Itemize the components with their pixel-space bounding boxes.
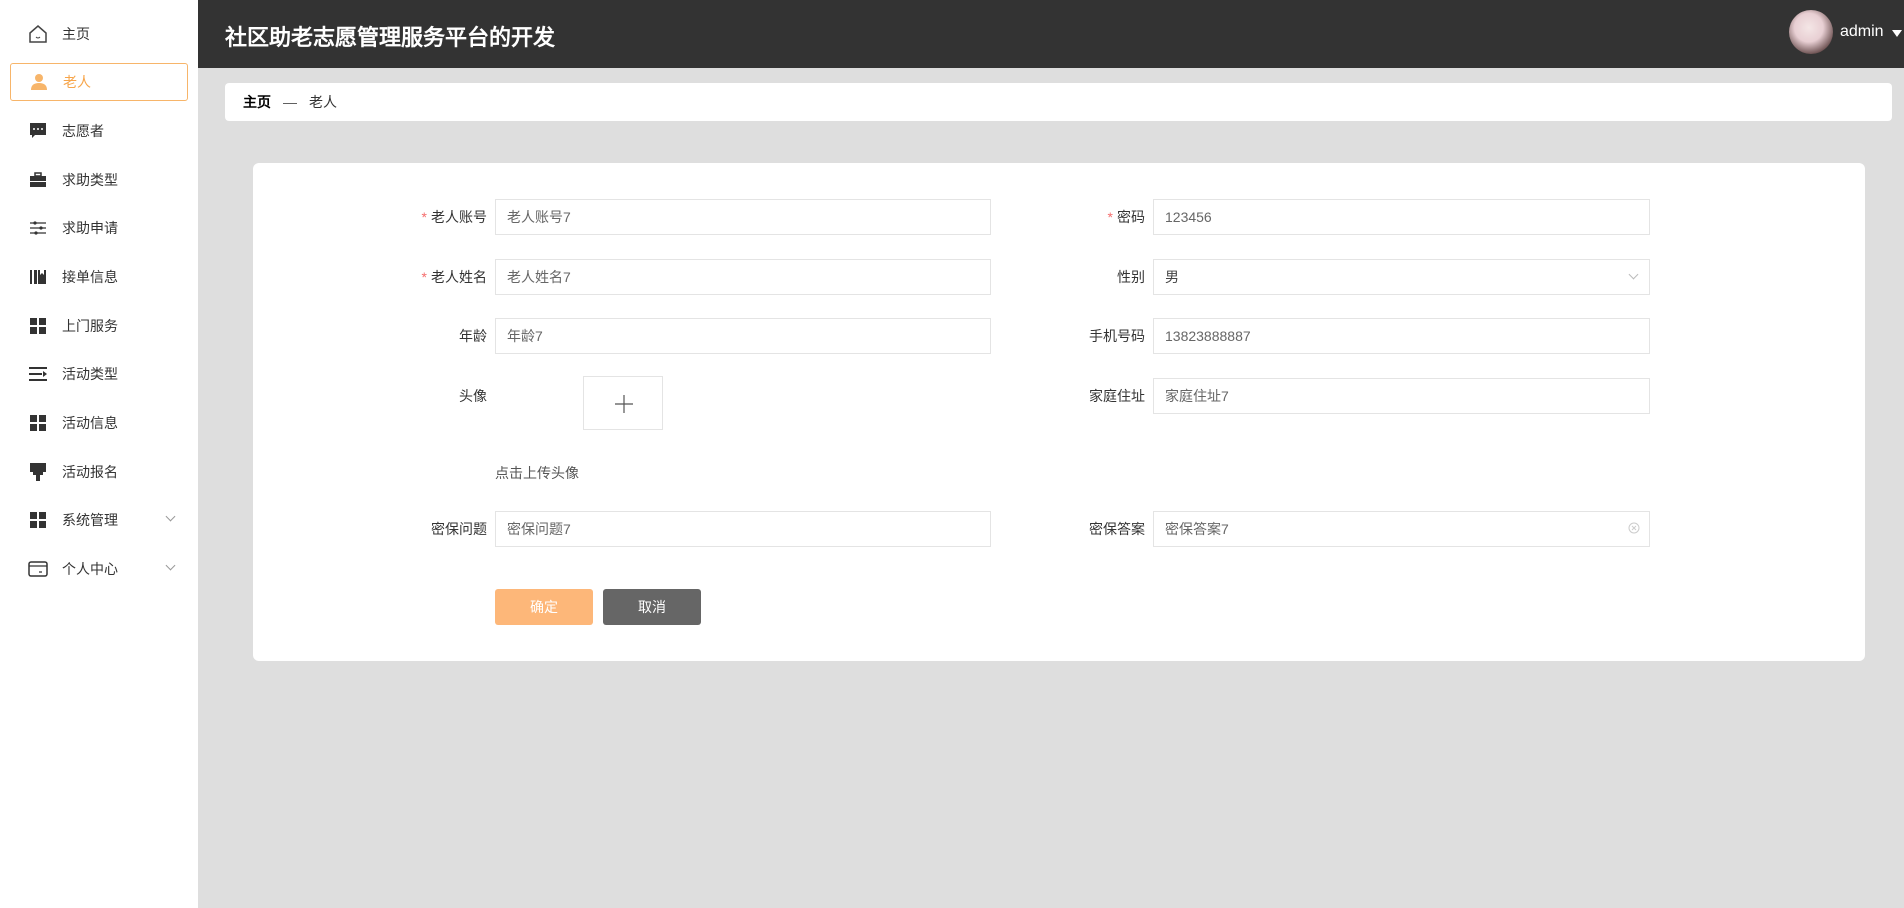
sidebar-item-label: 上门服务	[62, 318, 118, 334]
sidebar-item-activity-signup[interactable]: 活动报名	[10, 453, 188, 491]
grid-icon	[28, 316, 48, 336]
address-input[interactable]	[1153, 378, 1650, 414]
chevron-down-icon	[165, 560, 176, 571]
sidebar-item-label: 系统管理	[62, 512, 118, 528]
sidebar-item-help-requests[interactable]: 求助申请	[10, 209, 188, 247]
app-title: 社区助老志愿管理服务平台的开发	[225, 25, 556, 50]
sidebar-item-label: 活动报名	[62, 464, 118, 480]
sidebar-item-label: 活动信息	[62, 415, 118, 431]
required-mark: *	[421, 269, 427, 285]
sidebar-item-label: 接单信息	[62, 269, 118, 285]
plus-icon	[615, 395, 633, 413]
sidebar-item-elderly[interactable]: 老人	[10, 63, 188, 101]
account-label: * 老人账号	[367, 199, 487, 235]
name-label: * 老人姓名	[367, 259, 487, 295]
label-text: 老人姓名	[431, 269, 487, 285]
sidebar-item-activity-types[interactable]: 活动类型	[10, 355, 188, 393]
question-label: 密保问题	[431, 521, 487, 537]
grid-icon	[28, 510, 48, 530]
sidebar-item-home-service[interactable]: 上门服务	[10, 307, 188, 345]
question-input[interactable]	[495, 511, 991, 547]
chevron-down-icon	[165, 511, 176, 522]
brush-icon	[28, 462, 48, 482]
card-icon	[28, 559, 48, 579]
sidebar-item-orders[interactable]: 接单信息	[10, 258, 188, 296]
chevron-down-icon	[1628, 269, 1639, 280]
sliders-icon	[28, 218, 48, 238]
breadcrumb-home[interactable]: 主页	[243, 92, 271, 112]
avatar-upload[interactable]	[583, 376, 663, 430]
chat-icon	[28, 121, 48, 141]
confirm-button[interactable]: 确定	[495, 589, 593, 625]
caret-down-icon[interactable]	[1892, 30, 1902, 37]
sidebar-item-profile[interactable]: 个人中心	[10, 550, 188, 588]
age-label: 年龄	[459, 328, 487, 344]
briefcase-icon	[28, 170, 48, 190]
home-icon	[28, 24, 48, 44]
sidebar-item-label: 老人	[63, 74, 91, 90]
gender-label: 性别	[1117, 269, 1145, 285]
label-text: 老人账号	[431, 209, 487, 225]
sidebar-item-activity-info[interactable]: 活动信息	[10, 404, 188, 442]
phone-label: 手机号码	[1089, 328, 1145, 344]
list-icon	[28, 364, 48, 384]
breadcrumb-current: 老人	[309, 94, 337, 110]
sidebar-item-volunteers[interactable]: 志愿者	[10, 112, 188, 150]
gender-value: 男	[1165, 269, 1179, 285]
avatar-label: 头像	[459, 388, 487, 404]
account-input[interactable]	[495, 199, 991, 235]
sidebar-item-label: 主页	[62, 26, 90, 42]
answer-input[interactable]	[1153, 511, 1650, 547]
gender-select[interactable]: 男	[1153, 259, 1650, 295]
cancel-button[interactable]: 取消	[603, 589, 701, 625]
books-icon	[28, 267, 48, 287]
label-text: 密码	[1117, 209, 1145, 225]
clear-icon[interactable]	[1628, 522, 1640, 534]
sidebar-item-label: 志愿者	[62, 123, 104, 139]
top-header: 社区助老志愿管理服务平台的开发	[198, 0, 1904, 68]
answer-label: 密保答案	[1089, 521, 1145, 537]
sidebar-item-home[interactable]: 主页	[10, 15, 188, 53]
required-mark: *	[421, 209, 427, 225]
age-input[interactable]	[495, 318, 991, 354]
password-input[interactable]	[1153, 199, 1650, 235]
sidebar-item-help-types[interactable]: 求助类型	[10, 161, 188, 199]
password-label: * 密码	[1025, 199, 1145, 235]
phone-input[interactable]	[1153, 318, 1650, 354]
grid-icon	[28, 413, 48, 433]
address-label: 家庭住址	[1089, 388, 1145, 404]
sidebar-item-label: 活动类型	[62, 366, 118, 382]
breadcrumb-separator: —	[283, 94, 297, 110]
user-menu[interactable]: admin	[1840, 23, 1884, 41]
sidebar: 主页 老人 志愿者 求助类型 求助申请 接单信息 上门服务 活动类型 活动信息 …	[0, 0, 198, 908]
breadcrumb: 主页 — 老人	[225, 83, 1892, 121]
sidebar-item-system[interactable]: 系统管理	[10, 501, 188, 539]
sidebar-item-label: 求助类型	[62, 172, 118, 188]
user-icon	[29, 72, 49, 92]
required-mark: *	[1107, 209, 1113, 225]
upload-hint: 点击上传头像	[495, 465, 579, 481]
avatar[interactable]	[1789, 10, 1833, 54]
sidebar-item-label: 求助申请	[62, 220, 118, 236]
name-input[interactable]	[495, 259, 991, 295]
sidebar-item-label: 个人中心	[62, 561, 118, 577]
